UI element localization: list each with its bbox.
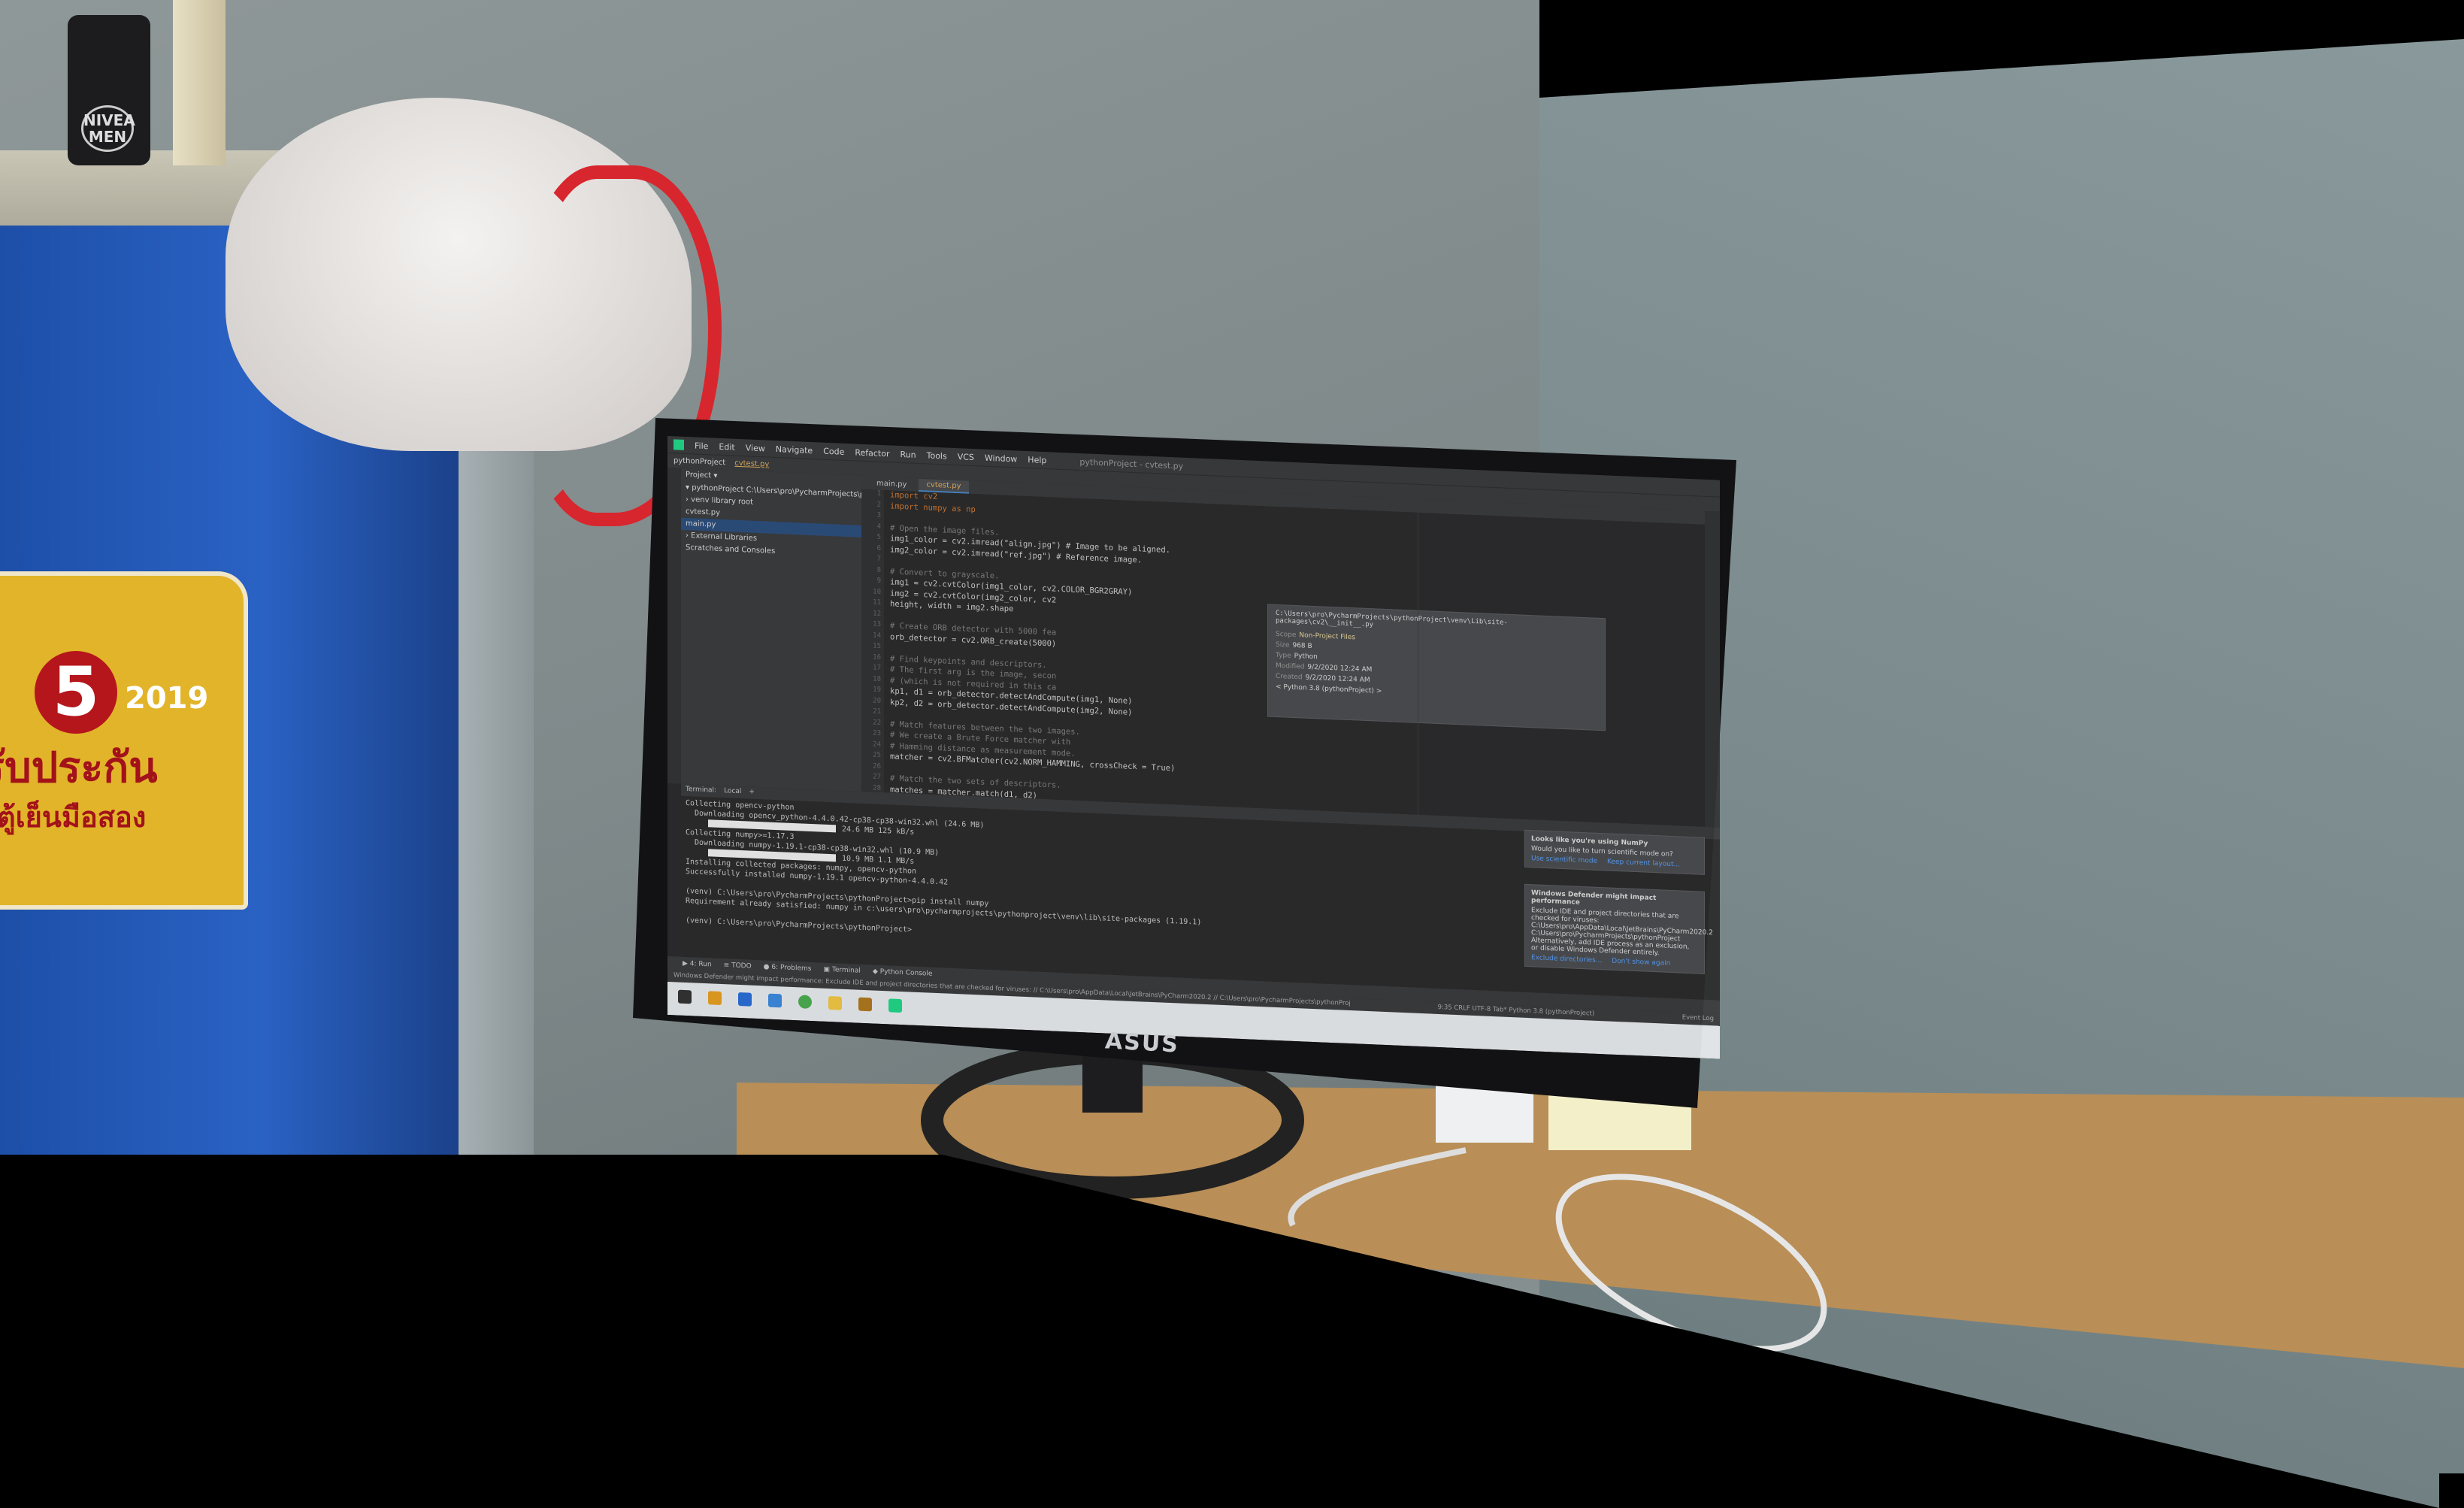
tooltip-scope-key: Scope bbox=[1276, 630, 1297, 640]
menu-refactor[interactable]: Refactor bbox=[855, 447, 889, 459]
tool-tab-todo[interactable]: ≡ TODO bbox=[724, 961, 752, 971]
tooltip-size-key: Size bbox=[1276, 640, 1290, 650]
menu-run[interactable]: Run bbox=[901, 449, 916, 459]
notification-numpy: Looks like you're using NumPy Would you … bbox=[1524, 829, 1705, 875]
use-scientific-mode-link[interactable]: Use scientific mode bbox=[1531, 855, 1597, 865]
line-number: 13 bbox=[873, 620, 881, 628]
line-number: 5 bbox=[876, 533, 881, 541]
line-number: 3 bbox=[876, 511, 881, 519]
tooltip-type: Python bbox=[1294, 652, 1318, 662]
line-number: 11 bbox=[873, 598, 881, 607]
keep-layout-link[interactable]: Keep current layout... bbox=[1607, 858, 1680, 868]
menu-code[interactable]: Code bbox=[823, 446, 844, 456]
asus-logo: ASUS bbox=[1104, 1028, 1180, 1058]
file-info-tooltip: C:\Users\pro\PycharmProjects\pythonProje… bbox=[1267, 604, 1606, 731]
line-number: 1 bbox=[876, 489, 881, 498]
left-tool-strip bbox=[667, 468, 681, 784]
tooltip-modified-key: Modified bbox=[1276, 662, 1305, 671]
exclude-directories-link[interactable]: Exclude directories... bbox=[1531, 954, 1602, 964]
line-number: 12 bbox=[873, 609, 881, 618]
line-number: 23 bbox=[873, 729, 881, 737]
tooltip-scope: Non-Project Files bbox=[1299, 631, 1356, 642]
line-number: 22 bbox=[873, 718, 881, 727]
tool-tab-python-console[interactable]: ◆ Python Console bbox=[873, 967, 933, 977]
notification-body: Exclude IDE and project directories that… bbox=[1531, 907, 1713, 958]
pycharm-icon[interactable] bbox=[888, 998, 902, 1013]
terminal-label: Terminal: bbox=[686, 786, 717, 795]
project-panel: Project ▾ ▾ pythonProject C:\Users\pro\P… bbox=[681, 468, 912, 792]
line-number: 4 bbox=[876, 522, 881, 531]
line-number: 24 bbox=[873, 740, 881, 749]
line-number: 10 bbox=[873, 587, 881, 596]
nav-project[interactable]: pythonProject bbox=[674, 456, 725, 467]
line-number: 18 bbox=[873, 674, 881, 683]
start-icon[interactable] bbox=[678, 989, 692, 1004]
tooltip-type-key: Type bbox=[1276, 651, 1291, 660]
folder-icon[interactable] bbox=[828, 995, 842, 1010]
tooltip-created-key: Created bbox=[1276, 672, 1303, 682]
tool-tab-terminal[interactable]: ▣ Terminal bbox=[824, 966, 861, 975]
line-number: 6 bbox=[876, 544, 881, 553]
line-number: 2 bbox=[876, 501, 881, 509]
chrome-icon[interactable] bbox=[798, 995, 812, 1010]
line-number: 19 bbox=[873, 686, 881, 694]
line-number: 8 bbox=[876, 566, 881, 574]
line-number-gutter: 1 2 3 4 5 6 7 8 9 10 11 12 13 14 15 16 17 18 19 20 21 22 23 24 2… bbox=[861, 489, 884, 793]
menu-vcs[interactable]: VCS bbox=[958, 452, 974, 462]
menu-navigate[interactable]: Navigate bbox=[776, 444, 813, 456]
taskbar-app-icon[interactable] bbox=[708, 991, 722, 1006]
line-number: 16 bbox=[873, 653, 881, 662]
taskbar-app-icon[interactable] bbox=[858, 997, 872, 1012]
tool-tab-run[interactable]: ▶ 4: Run bbox=[683, 960, 712, 969]
line-number: 17 bbox=[873, 664, 881, 672]
line-number: 27 bbox=[873, 773, 881, 781]
tab-cvtest-py[interactable]: cvtest.py bbox=[919, 478, 969, 494]
window-title: pythonProject - cvtest.py bbox=[1079, 456, 1184, 471]
menu-file[interactable]: File bbox=[695, 441, 708, 451]
ide-main: Project ▾ ▾ pythonProject C:\Users\pro\P… bbox=[667, 468, 1720, 828]
event-log-button[interactable]: Event Log bbox=[1682, 1014, 1714, 1025]
line-number: 26 bbox=[873, 762, 881, 771]
pycharm-logo-icon bbox=[674, 439, 684, 450]
line-number: 25 bbox=[873, 751, 881, 759]
menu-edit[interactable]: Edit bbox=[719, 441, 734, 452]
menu-view[interactable]: View bbox=[746, 443, 765, 453]
line-number: 7 bbox=[876, 555, 881, 563]
terminal-add-tab-button[interactable]: + bbox=[749, 789, 755, 798]
right-tool-strip bbox=[1705, 510, 1720, 828]
line-number: 21 bbox=[873, 707, 881, 716]
line-number: 20 bbox=[873, 696, 881, 705]
notification-defender: Windows Defender might impact performanc… bbox=[1524, 883, 1713, 974]
terminal-tab-local[interactable]: Local bbox=[724, 787, 741, 797]
tooltip-size: 968 B bbox=[1292, 641, 1312, 650]
store-icon[interactable] bbox=[768, 993, 782, 1008]
line-number: 14 bbox=[873, 631, 881, 640]
tab-main-py[interactable]: main.py bbox=[869, 477, 914, 491]
tool-tab-problems[interactable]: ● 6: Problems bbox=[764, 963, 812, 973]
menu-tools[interactable]: Tools bbox=[927, 450, 947, 461]
menu-window[interactable]: Window bbox=[985, 453, 1017, 464]
menu-help[interactable]: Help bbox=[1028, 455, 1046, 465]
line-number: 15 bbox=[873, 642, 881, 650]
code-editor[interactable]: 1 2 3 4 5 6 7 8 9 10 11 12 13 14 15 16 17 18 19 20 21 22 23 24 2… bbox=[861, 489, 1606, 815]
dont-show-again-link[interactable]: Don't show again bbox=[1612, 958, 1670, 967]
monitor-screen: File Edit View Navigate Code Refactor Ru… bbox=[667, 436, 1720, 1059]
nav-file[interactable]: cvtest.py bbox=[734, 459, 769, 469]
vscode-icon[interactable] bbox=[738, 992, 752, 1007]
line-number: 9 bbox=[876, 577, 881, 585]
